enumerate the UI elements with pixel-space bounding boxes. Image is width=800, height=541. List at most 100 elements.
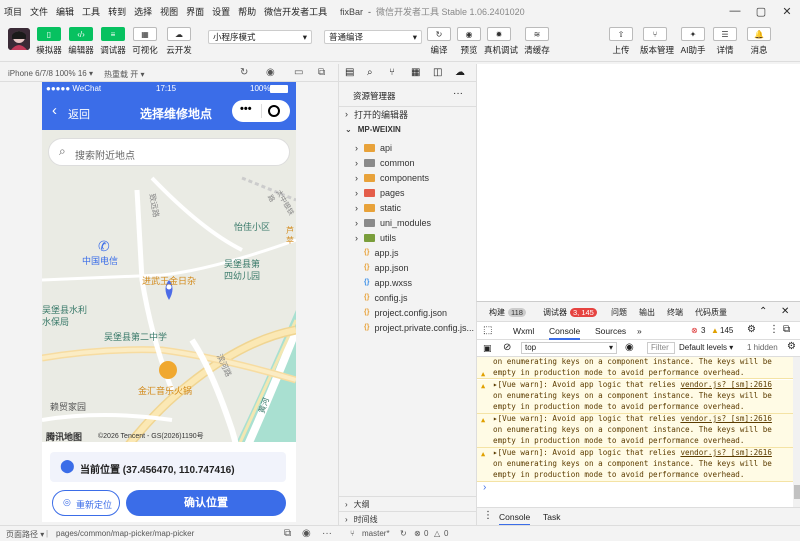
rotate-icon[interactable]: ↻ — [240, 67, 248, 78]
device-select[interactable]: iPhone 6/7/8 100% 16 ▾ — [8, 69, 93, 78]
debug-icon[interactable]: ▦ — [411, 67, 420, 78]
toolbar-button[interactable]: ✹ 真机调试 — [484, 27, 518, 56]
open-editors-section[interactable]: › 打开的编辑器 — [339, 106, 477, 121]
drawer-menu-icon[interactable]: ⋮ — [483, 510, 493, 521]
files-icon[interactable]: ▤ — [345, 67, 354, 78]
sidebar-toggle-icon[interactable]: ▣ — [483, 343, 492, 354]
toolbar-button[interactable]: ☁ 云开发 — [164, 27, 194, 56]
cloud-icon[interactable]: ☁ — [455, 67, 465, 78]
avatar[interactable] — [8, 28, 30, 50]
menu-item[interactable]: 编辑 — [52, 5, 78, 18]
relocate-button[interactable]: ◎ 重新定位 — [52, 490, 120, 516]
tab-console[interactable]: Console — [499, 512, 531, 526]
status-warnings[interactable]: 0 — [444, 529, 448, 538]
console-warning[interactable]: ▲ ▸[Vue warn]: Avoid app logic that relie… — [477, 448, 793, 482]
menu-item[interactable]: 微信开发者工具 — [260, 5, 331, 18]
more-icon[interactable]: ··· — [453, 88, 463, 99]
tab-task[interactable]: Task — [543, 512, 560, 522]
tree-item[interactable]: {} app.js — [339, 245, 477, 260]
capsule-menu[interactable]: ••• — [232, 100, 290, 122]
more-icon[interactable]: ··· — [322, 528, 332, 539]
tree-item[interactable]: {} project.config.json — [339, 305, 477, 320]
toolbar-button[interactable]: ≋ 清缓存 — [522, 27, 552, 56]
toolbar-button[interactable]: ≡ 调试器 — [98, 27, 128, 56]
search-bar[interactable]: ⌕ 搜索附近地点 — [48, 138, 290, 166]
customize-icon[interactable]: ⧉ — [783, 324, 790, 335]
toolbar-button[interactable]: ✦ AI助手 — [678, 27, 708, 56]
close-button[interactable]: ✕ — [774, 0, 800, 22]
source-link[interactable]: vendor.js? [sm]:2616 — [680, 414, 771, 423]
console-settings-icon[interactable]: ⚙ — [787, 341, 796, 352]
toolbar-button[interactable]: ↻ 编译 — [424, 27, 454, 56]
back-button[interactable]: 返回 — [68, 106, 90, 122]
console-warning[interactable]: ▲ ▸[Vue warn]: Avoid app logic that relie… — [477, 380, 793, 414]
menu-item[interactable]: 设置 — [208, 5, 234, 18]
status-errors[interactable]: 0 — [424, 529, 428, 538]
toolbar-button[interactable]: ◉ 预览 — [454, 27, 484, 56]
maximize-button[interactable]: ▢ — [748, 0, 774, 22]
tree-item[interactable]: › uni_modules — [339, 215, 477, 230]
tree-item[interactable]: {} app.json — [339, 260, 477, 275]
devtools-tab[interactable]: 代码质量 — [695, 307, 727, 318]
inspect-icon[interactable]: ⬚ — [483, 325, 492, 336]
hot-reload-toggle[interactable]: 热重载 开 ▾ — [104, 69, 144, 80]
devtools-subtab[interactable]: » — [637, 326, 642, 336]
devtools-tab[interactable]: 输出 — [639, 307, 655, 318]
tree-item[interactable]: › utils — [339, 230, 477, 245]
confirm-button[interactable]: 确认位置 — [126, 490, 286, 516]
tree-item[interactable]: › static — [339, 200, 477, 215]
scm-icon[interactable]: ⑂ — [389, 67, 395, 78]
tree-item[interactable]: › common — [339, 155, 477, 170]
extensions-icon[interactable]: ◫ — [433, 67, 442, 78]
toolbar-button[interactable]: ☰ 详情 — [710, 27, 740, 56]
toolbar-button[interactable]: ▦ 可视化 — [130, 27, 160, 56]
kebab-icon[interactable]: ⋮ — [769, 324, 779, 335]
menu-item[interactable]: 选择 — [130, 5, 156, 18]
project-root[interactable]: ⌄ MP-WEIXIN — [339, 122, 477, 137]
compile-select[interactable]: 普通编译 ▾ — [324, 30, 422, 44]
menu-item[interactable]: 视图 — [156, 5, 182, 18]
preview-icon[interactable]: ◉ — [302, 528, 311, 539]
stop-icon[interactable]: ◉ — [266, 67, 275, 78]
clear-console-icon[interactable]: ⊘ — [503, 342, 511, 353]
search-icon[interactable]: ⌕ — [367, 67, 373, 78]
page-path-label[interactable]: 页面路径 ▾ — [6, 529, 44, 540]
capsule-close-icon[interactable] — [268, 105, 280, 117]
devtools-tab[interactable]: 构建 118 — [489, 307, 526, 318]
source-link[interactable]: vendor.js? [sm]:2616 — [680, 448, 771, 457]
collapse-icon[interactable]: ⌃ — [759, 306, 767, 317]
menu-item[interactable]: 转到 — [104, 5, 130, 18]
minimize-button[interactable]: — — [722, 0, 748, 22]
more-icon[interactable]: ⧉ — [318, 67, 325, 78]
editor-area[interactable] — [476, 64, 800, 301]
outline-section[interactable]: › 大纲 — [339, 496, 477, 511]
git-branch[interactable]: master* — [362, 529, 390, 538]
mode-select[interactable]: 小程序模式 ▾ — [208, 30, 312, 44]
search-input[interactable]: 搜索附近地点 — [75, 147, 135, 162]
devtools-subtab[interactable]: Wxml — [513, 326, 534, 336]
toolbar-button[interactable]: 🔔 消息 — [744, 27, 774, 56]
devtools-tab[interactable]: 调试器 3, 145 — [543, 307, 597, 318]
sync-icon[interactable]: ↻ — [400, 529, 407, 538]
devtools-subtab[interactable]: Console — [549, 326, 581, 340]
tree-item[interactable]: {} project.private.config.js... — [339, 320, 477, 335]
menu-item[interactable]: 帮助 — [234, 5, 260, 18]
tree-item[interactable]: {} config.js — [339, 290, 477, 305]
back-icon[interactable]: ‹ — [52, 102, 57, 119]
toolbar-button[interactable]: ⑂ 版本管理 — [640, 27, 674, 56]
menu-item[interactable]: 文件 — [26, 5, 52, 18]
menu-item[interactable]: 界面 — [182, 5, 208, 18]
menu-item[interactable]: 项目 — [0, 5, 26, 18]
toolbar-button[interactable]: ⇧ 上传 — [606, 27, 636, 56]
capsule-more-icon[interactable]: ••• — [240, 103, 252, 115]
toolbar-button[interactable]: ‹/› 编辑器 — [66, 27, 96, 56]
home-icon[interactable]: ▭ — [294, 67, 303, 78]
devtools-tab[interactable]: 问题 — [611, 307, 627, 318]
tree-item[interactable]: › pages — [339, 185, 477, 200]
settings-icon[interactable]: ⚙ — [747, 324, 756, 335]
context-select[interactable]: top ▾ — [521, 342, 617, 354]
log-levels-select[interactable]: Default levels ▾ — [679, 343, 733, 352]
tree-item[interactable]: › api — [339, 140, 477, 155]
eye-icon[interactable]: ◉ — [625, 342, 634, 353]
tree-item[interactable]: {} app.wxss — [339, 275, 477, 290]
